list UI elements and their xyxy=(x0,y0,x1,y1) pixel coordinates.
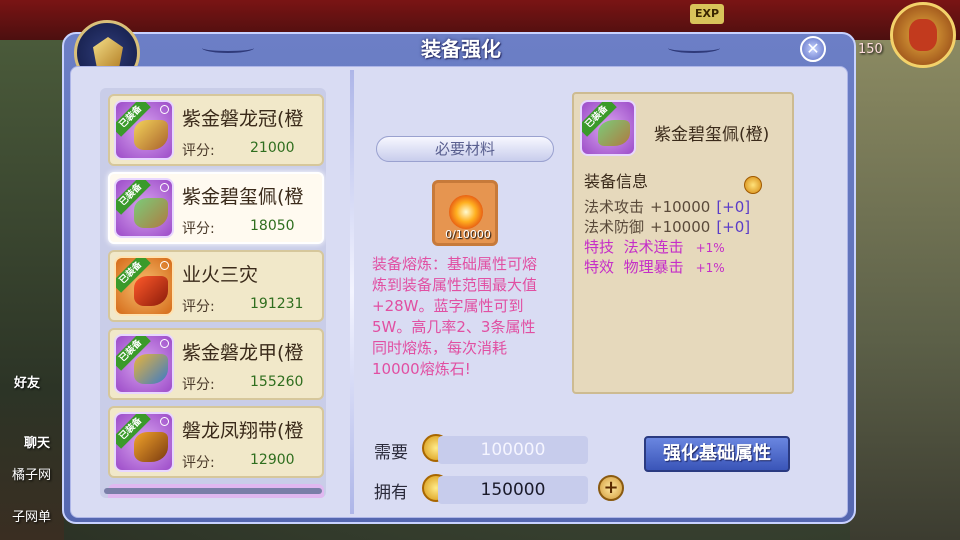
chat-line-2: 子网单 xyxy=(12,510,52,525)
material-count: 0/10000 xyxy=(445,228,491,241)
equipment-belt-icon: 已装备 xyxy=(114,412,174,472)
score-label: 评分: xyxy=(182,455,215,471)
list-item-2[interactable]: 已装备 业火三灾 评分: 191231 xyxy=(108,250,324,322)
attr-value: +10000 xyxy=(650,198,711,216)
coin-icon xyxy=(744,176,762,194)
item-name: 业火三灾 xyxy=(182,264,259,286)
item-name: 紫金磐龙甲(橙 xyxy=(182,342,304,364)
item-art xyxy=(134,120,168,150)
exp-badge: EXP xyxy=(690,4,724,24)
item-art xyxy=(134,276,168,306)
special-row-1: 特效 物理暴击 +1% xyxy=(584,256,725,277)
item-score: 191231 xyxy=(250,296,304,312)
item-name: 磐龙凤翔带(橙 xyxy=(182,420,304,442)
equipment-weapon-icon: 已装备 xyxy=(114,256,174,316)
lock-icon xyxy=(160,183,169,192)
need-label: 需要 xyxy=(374,443,408,463)
attr-row-1: 法术防御 +10000 [+0] xyxy=(584,216,750,237)
equipment-enhance-panel: 装备强化 ✕ 已装备 紫金磐龙冠(橙 评分: 21000 已装备 紫金碧玺佩(橙… xyxy=(62,20,856,524)
attr-name: 法术攻击 xyxy=(584,198,645,216)
chat-label[interactable]: 聊天 xyxy=(24,432,50,451)
special-type: 特效 xyxy=(584,258,615,276)
avatar-face xyxy=(909,19,937,51)
score-label: 评分: xyxy=(182,299,215,315)
equipment-info-card: 已装备 紫金碧玺佩(橙) 装备信息 法术攻击 +10000 [+0] 法术防御 +10… xyxy=(572,92,794,394)
equipment-pendant-icon: 已装备 xyxy=(114,178,174,238)
right-stat: 150 xyxy=(858,42,883,57)
list-item-1[interactable]: 已装备 紫金碧玺佩(橙 评分: 18050 xyxy=(108,172,324,244)
item-score: 155260 xyxy=(250,374,304,390)
add-gold-button[interactable]: + xyxy=(598,475,624,501)
scene-right xyxy=(850,40,960,540)
special-value: +1% xyxy=(695,261,725,275)
lock-icon xyxy=(160,105,169,114)
material-slot[interactable]: 0/10000 xyxy=(432,180,498,246)
attr-row-0: 法术攻击 +10000 [+0] xyxy=(584,196,750,217)
item-art xyxy=(134,432,168,462)
list-item-4[interactable]: 已装备 磐龙凤翔带(橙 评分: 12900 xyxy=(108,406,324,478)
special-name: 法术连击 xyxy=(623,238,684,256)
smelting-description: 装备熔炼：基础属性可熔炼到装备属性范围最大值+28W。蓝字属性可到5W。高几率2… xyxy=(372,255,538,378)
score-label: 评分: xyxy=(182,377,215,393)
attr-bonus: [+0] xyxy=(716,198,751,216)
equipment-pendant-icon: 已装备 xyxy=(580,100,636,156)
item-art xyxy=(134,198,168,228)
title-ornament-left xyxy=(202,43,254,53)
close-button[interactable]: ✕ xyxy=(800,36,826,62)
score-label: 评分: xyxy=(182,143,215,159)
chat-line-1: 橘子网 xyxy=(12,468,52,483)
item-score: 12900 xyxy=(250,452,295,468)
item-name: 紫金碧玺佩(橙 xyxy=(182,186,304,208)
special-row-0: 特技 法术连击 +1% xyxy=(584,236,725,257)
player-avatar[interactable] xyxy=(890,2,956,68)
score-label: 评分: xyxy=(182,221,215,237)
attr-value: +10000 xyxy=(650,218,711,236)
lock-icon xyxy=(160,417,169,426)
need-amount: 100000 xyxy=(438,436,588,464)
column-divider xyxy=(350,70,354,514)
attr-bonus: [+0] xyxy=(716,218,751,236)
equipment-list[interactable]: 已装备 紫金磐龙冠(橙 评分: 21000 已装备 紫金碧玺佩(橙 评分: 18… xyxy=(100,88,326,498)
enhance-base-attributes-button[interactable]: 强化基础属性 xyxy=(644,436,790,472)
equipment-crown-icon: 已装备 xyxy=(114,100,174,160)
title-ornament-right xyxy=(668,43,720,53)
item-score: 21000 xyxy=(250,140,295,156)
lock-icon xyxy=(160,261,169,270)
info-item-name: 紫金碧玺佩(橙) xyxy=(654,125,770,145)
attr-name: 法术防御 xyxy=(584,218,645,236)
info-section-title: 装备信息 xyxy=(584,172,649,191)
special-name: 物理暴击 xyxy=(623,258,684,276)
panel-title: 装备强化 xyxy=(421,37,501,61)
special-value: +1% xyxy=(695,241,725,255)
have-amount: 150000 xyxy=(438,476,588,504)
friends-label[interactable]: 好友 xyxy=(14,372,40,391)
smelting-stone-icon xyxy=(449,195,483,229)
item-art xyxy=(134,354,168,384)
list-scrollbar[interactable] xyxy=(104,488,322,494)
materials-header: 必要材料 xyxy=(376,136,554,162)
lock-icon xyxy=(160,339,169,348)
special-type: 特技 xyxy=(584,238,615,256)
have-label: 拥有 xyxy=(374,483,408,503)
equipment-armor-icon: 已装备 xyxy=(114,334,174,394)
item-art xyxy=(598,120,630,146)
item-score: 18050 xyxy=(250,218,295,234)
list-item-3[interactable]: 已装备 紫金磐龙甲(橙 评分: 155260 xyxy=(108,328,324,400)
item-name: 紫金磐龙冠(橙 xyxy=(182,108,304,130)
list-item-0[interactable]: 已装备 紫金磐龙冠(橙 评分: 21000 xyxy=(108,94,324,166)
